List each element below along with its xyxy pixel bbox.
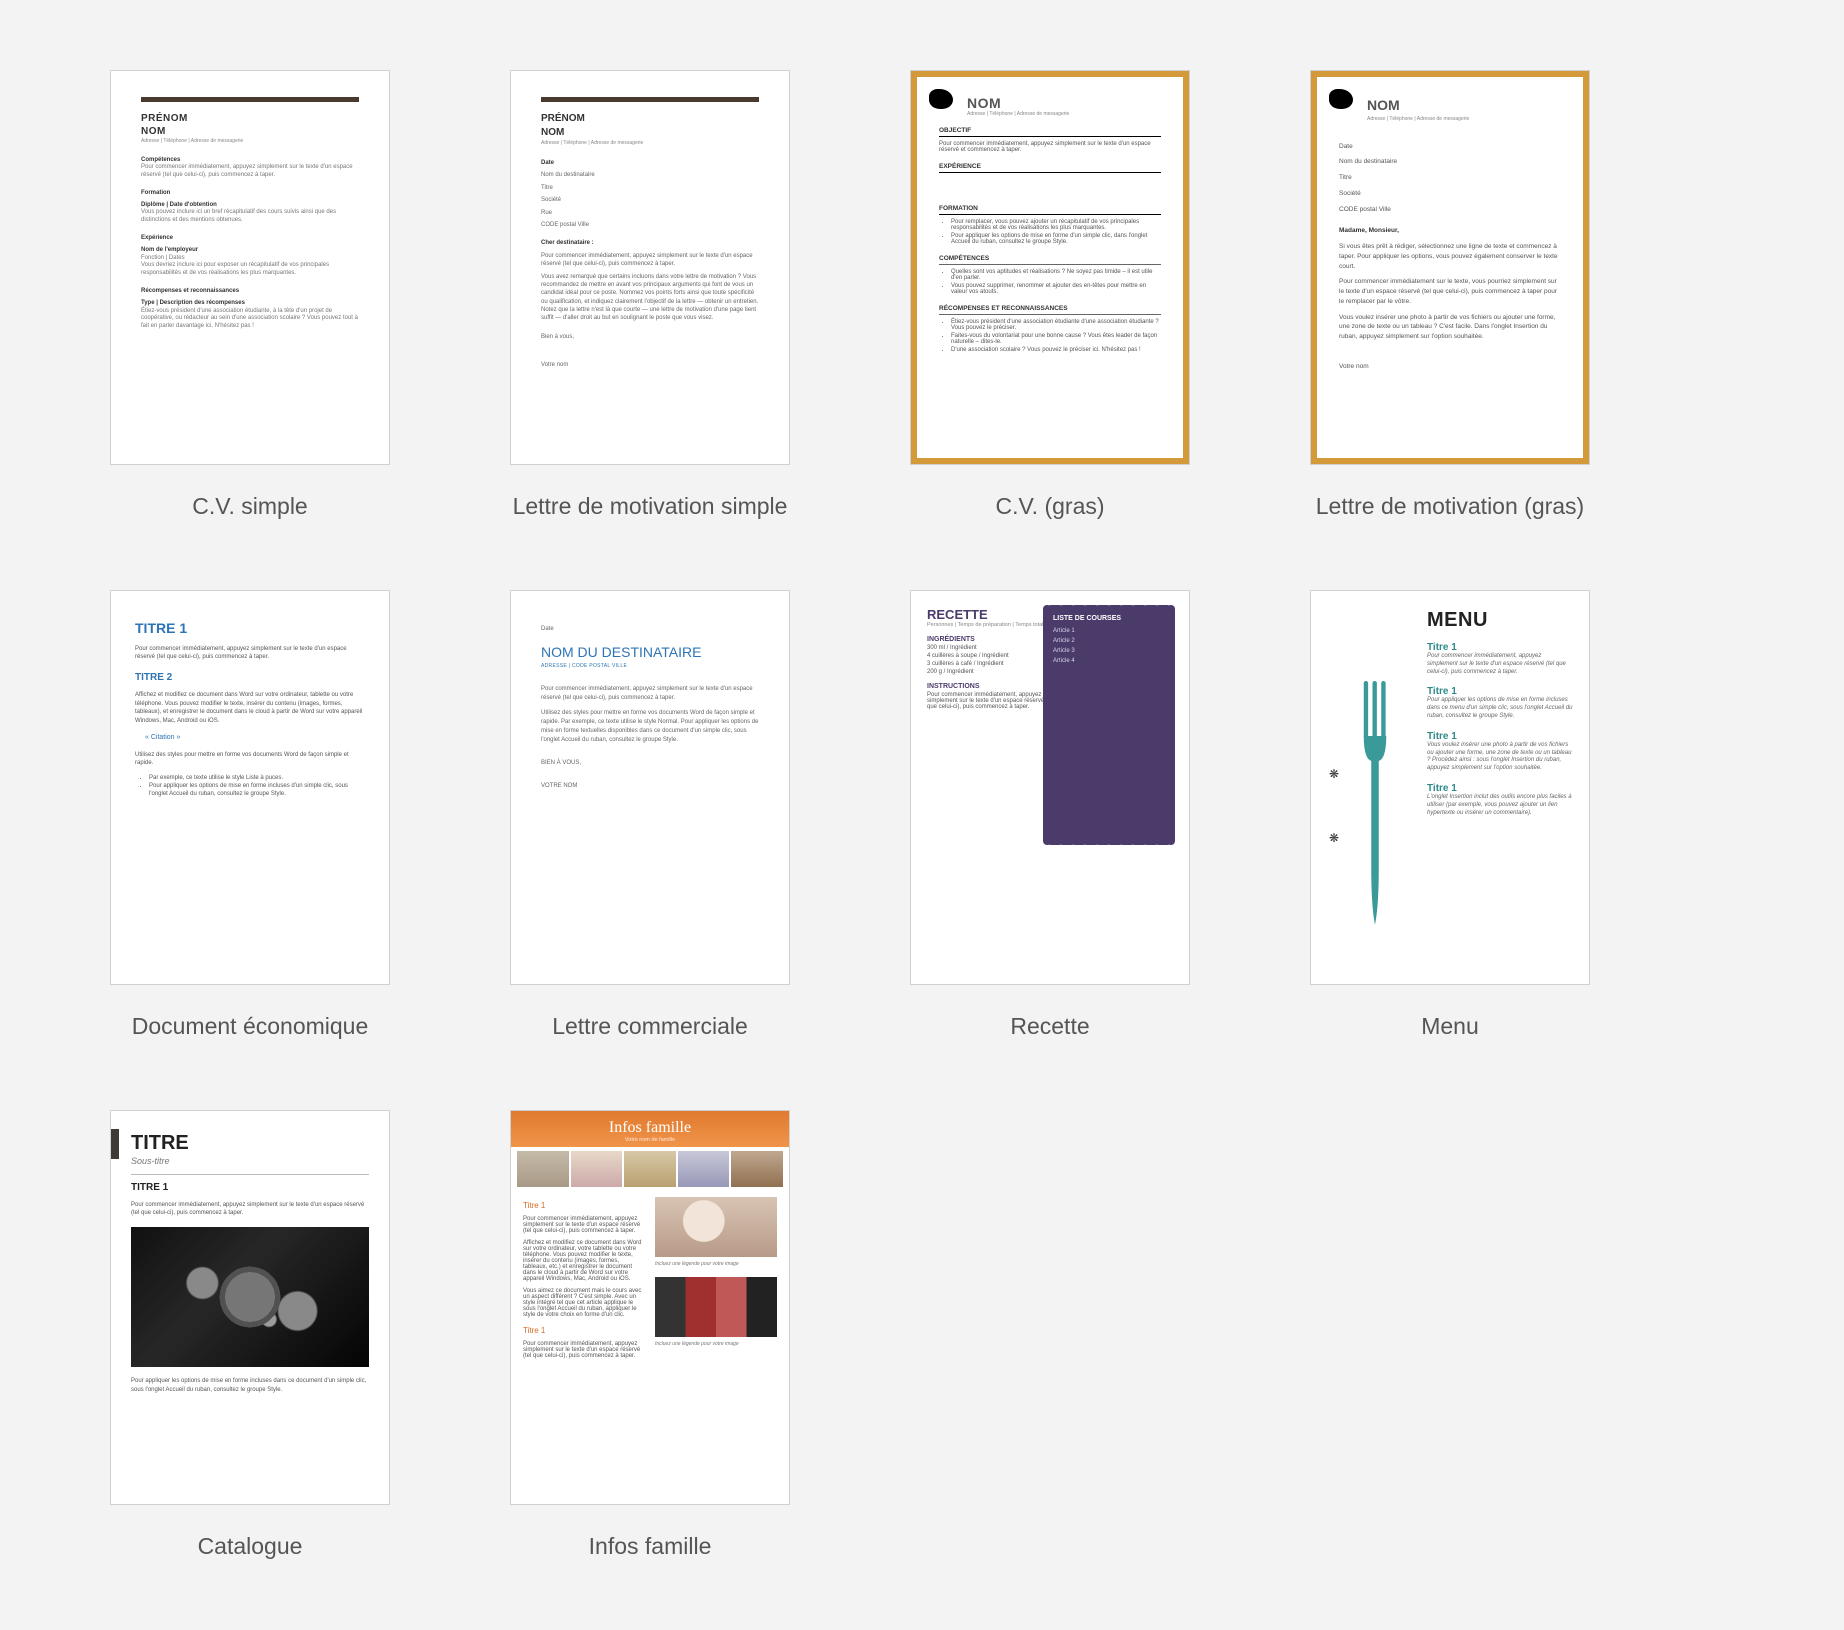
template-menu[interactable]: ❋❋ MENU Titre 1Pour commencer immédiatem… (1310, 590, 1590, 1040)
thumbnail: ❋❋ MENU Titre 1Pour commencer immédiatem… (1310, 590, 1590, 985)
template-label: Lettre de motivation simple (510, 493, 790, 520)
thumbnail: Infos famille Votre nom de famille Titre… (510, 1110, 790, 1505)
template-label: C.V. simple (110, 493, 390, 520)
shopping-list-card: LISTE DE COURSES Article 1 Article 2 Art… (1043, 605, 1175, 845)
template-lettre-motivation-simple[interactable]: PRÉNOM NOM Adresse | Téléphone | Adresse… (510, 70, 790, 520)
template-document-economique[interactable]: TITRE 1 Pour commencer immédiatement, ap… (110, 590, 390, 1040)
family-photo (655, 1277, 777, 1337)
template-catalogue[interactable]: TITRE Sous-titre TITRE 1 Pour commencer … (110, 1110, 390, 1560)
photo-strip (511, 1147, 789, 1191)
template-lettre-commerciale[interactable]: Date NOM DU DESTINATAIRE ADRESSE | CODE … (510, 590, 790, 1040)
thumbnail: NOM Adresse | Téléphone | Adresse de mes… (910, 70, 1190, 465)
template-label: C.V. (gras) (910, 493, 1190, 520)
template-cv-simple[interactable]: PRÉNOM NOM Adresse | Téléphone | Adresse… (110, 70, 390, 520)
template-label: Lettre commerciale (510, 1013, 790, 1040)
template-lettre-motivation-gras[interactable]: NOM Adresse | Téléphone | Adresse de mes… (1310, 70, 1590, 520)
fork-icon (1345, 601, 1405, 985)
template-label: Recette (910, 1013, 1190, 1040)
thumbnail: TITRE 1 Pour commencer immédiatement, ap… (110, 590, 390, 985)
template-cv-gras[interactable]: NOM Adresse | Téléphone | Adresse de mes… (910, 70, 1190, 520)
template-label: Infos famille (510, 1533, 790, 1560)
thumbnail: PRÉNOM NOM Adresse | Téléphone | Adresse… (510, 70, 790, 465)
leaf-decoration: ❋❋ (1323, 591, 1345, 985)
thumbnail: NOM Adresse | Téléphone | Adresse de mes… (1310, 70, 1590, 465)
template-label: Document économique (110, 1013, 390, 1040)
brush-icon (1329, 89, 1353, 109)
thumbnail: RECETTE Personnes | Temps de préparation… (910, 590, 1190, 985)
thumbnail: Date NOM DU DESTINATAIRE ADRESSE | CODE … (510, 590, 790, 985)
catalogue-image (131, 1227, 369, 1367)
template-label: Catalogue (110, 1533, 390, 1560)
template-label: Lettre de motivation (gras) (1310, 493, 1590, 520)
family-photo (655, 1197, 777, 1257)
template-label: Menu (1310, 1013, 1590, 1040)
thumbnail: PRÉNOM NOM Adresse | Téléphone | Adresse… (110, 70, 390, 465)
template-recette[interactable]: RECETTE Personnes | Temps de préparation… (910, 590, 1190, 1040)
brush-icon (929, 89, 953, 109)
template-gallery: PRÉNOM NOM Adresse | Téléphone | Adresse… (0, 0, 1844, 1630)
thumbnail: TITRE Sous-titre TITRE 1 Pour commencer … (110, 1110, 390, 1505)
template-infos-famille[interactable]: Infos famille Votre nom de famille Titre… (510, 1110, 790, 1560)
